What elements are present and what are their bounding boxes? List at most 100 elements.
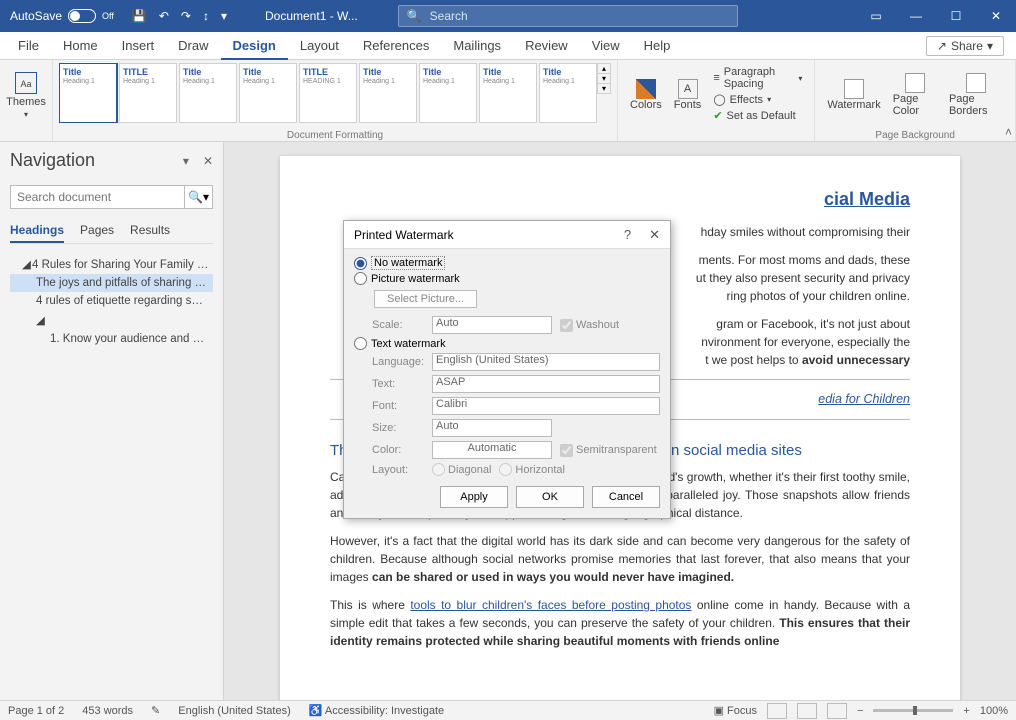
apply-button[interactable]: Apply	[440, 486, 508, 508]
watermark-button[interactable]: Watermark	[821, 63, 886, 127]
tree-item[interactable]: 1. Know your audience and se...	[10, 330, 213, 348]
radio-input[interactable]	[354, 337, 367, 350]
print-layout-icon[interactable]	[797, 703, 817, 719]
chevron-down-icon: ▾	[987, 39, 993, 53]
autosave-label: AutoSave	[10, 9, 62, 23]
paragraph-spacing-button[interactable]: ≡Paragraph Spacing▾	[713, 66, 802, 90]
zoom-level[interactable]: 100%	[980, 705, 1008, 717]
nav-tab-pages[interactable]: Pages	[80, 223, 114, 243]
font-label: Font:	[372, 400, 424, 412]
tree-item[interactable]: The joys and pitfalls of sharing yo...	[10, 274, 213, 292]
save-icon[interactable]: 💾	[132, 9, 147, 23]
title-bar: AutoSave Off 💾 ↶ ↷ ↕ ▾ Document1 - W... …	[0, 0, 1016, 32]
search-box[interactable]: 🔍 Search	[398, 5, 738, 27]
nav-close-icon[interactable]: ✕	[203, 154, 213, 168]
tree-item[interactable]: ◢4 Rules for Sharing Your Family Phot...	[10, 254, 213, 274]
tab-help[interactable]: Help	[632, 32, 683, 60]
tab-insert[interactable]: Insert	[110, 32, 167, 60]
page-count[interactable]: Page 1 of 2	[8, 705, 64, 717]
qat-dropdown-icon[interactable]: ▾	[221, 9, 227, 23]
spell-check-icon[interactable]: ✎	[151, 704, 160, 717]
tab-file[interactable]: File	[6, 32, 51, 60]
effects-button[interactable]: ◯Effects▾	[713, 93, 802, 106]
picture-watermark-radio[interactable]: Picture watermark	[354, 271, 660, 286]
nav-tree: ◢4 Rules for Sharing Your Family Phot...…	[10, 254, 213, 348]
accessibility-status[interactable]: ♿ Accessibility: Investigate	[309, 704, 444, 717]
radio-input[interactable]	[354, 272, 367, 285]
style-item[interactable]: TITLEHEADING 1	[299, 63, 357, 123]
page-borders-button[interactable]: Page Borders	[943, 63, 1009, 127]
nav-search-button[interactable]: 🔍▾	[184, 186, 212, 208]
redo-icon[interactable]: ↷	[181, 9, 191, 23]
zoom-out-icon[interactable]: −	[857, 705, 863, 717]
tab-layout[interactable]: Layout	[288, 32, 351, 60]
radio-input[interactable]	[354, 257, 367, 270]
font-select: Calibri	[432, 397, 660, 415]
group-label: Document Formatting	[53, 130, 617, 141]
tab-mailings[interactable]: Mailings	[441, 32, 513, 60]
doc-link[interactable]: tools to blur children's faces before po…	[410, 598, 691, 612]
layout-label: Layout:	[372, 464, 424, 476]
nav-tab-results[interactable]: Results	[130, 223, 170, 243]
page-color-button[interactable]: Page Color	[887, 63, 943, 127]
themes-button[interactable]: Aa Themes ▾	[6, 63, 46, 127]
colors-fonts-group: Colors A Fonts ≡Paragraph Spacing▾ ◯Effe…	[618, 60, 815, 141]
maximize-icon[interactable]: ☐	[936, 0, 976, 32]
nav-search-input[interactable]	[11, 186, 184, 208]
minimize-icon[interactable]: —	[896, 0, 936, 32]
tab-references[interactable]: References	[351, 32, 441, 60]
tab-home[interactable]: Home	[51, 32, 110, 60]
web-layout-icon[interactable]	[827, 703, 847, 719]
tab-draw[interactable]: Draw	[166, 32, 220, 60]
radio-label: Text watermark	[371, 338, 446, 350]
tree-item[interactable]: 4 rules of etiquette regarding sha...	[10, 292, 213, 310]
color-label: Color:	[372, 444, 424, 456]
ok-button[interactable]: OK	[516, 486, 584, 508]
nav-tab-headings[interactable]: Headings	[10, 223, 64, 243]
check-icon: ✔	[713, 109, 722, 122]
cancel-button[interactable]: Cancel	[592, 486, 660, 508]
tab-review[interactable]: Review	[513, 32, 580, 60]
status-bar: Page 1 of 2 453 words ✎ English (United …	[0, 700, 1016, 720]
tab-view[interactable]: View	[580, 32, 632, 60]
touch-mode-icon[interactable]: ↕	[203, 9, 209, 23]
nav-tabs: Headings Pages Results	[10, 223, 213, 244]
style-item[interactable]: TITLEHeading 1	[119, 63, 177, 123]
autosave-toggle[interactable]: AutoSave Off	[0, 9, 124, 23]
style-item[interactable]: TitleHeading 1	[359, 63, 417, 123]
nav-search[interactable]: 🔍▾	[10, 185, 213, 209]
language-status[interactable]: English (United States)	[178, 705, 291, 717]
share-button[interactable]: ↗ Share ▾	[926, 36, 1004, 56]
read-mode-icon[interactable]	[767, 703, 787, 719]
effects-icon: ◯	[713, 93, 725, 106]
help-icon[interactable]: ?	[624, 227, 631, 243]
style-item[interactable]: TitleHeading 1	[419, 63, 477, 123]
text-label: Text:	[372, 378, 424, 390]
style-item[interactable]: TitleHeading 1	[179, 63, 237, 123]
page-borders-label: Page Borders	[949, 93, 1003, 117]
text-watermark-radio[interactable]: Text watermark	[354, 336, 660, 351]
undo-icon[interactable]: ↶	[159, 9, 169, 23]
fonts-button[interactable]: A Fonts	[668, 63, 708, 127]
style-item[interactable]: TitleHeading 1	[539, 63, 597, 123]
dialog-close-icon[interactable]: ✕	[649, 227, 660, 243]
style-item[interactable]: TitleHeading 1	[239, 63, 297, 123]
zoom-in-icon[interactable]: +	[963, 705, 969, 717]
nav-dropdown-icon[interactable]: ▾	[183, 154, 189, 168]
ribbon-display-icon[interactable]: ▭	[856, 0, 896, 32]
gallery-scrollbar[interactable]: ▴▾▾	[597, 63, 611, 94]
tab-design[interactable]: Design	[221, 32, 288, 60]
close-icon[interactable]: ✕	[976, 0, 1016, 32]
no-watermark-radio[interactable]: No watermark	[354, 255, 660, 271]
set-default-button[interactable]: ✔Set as Default	[713, 109, 802, 122]
style-gallery: TitleHeading 1 TITLEHeading 1 TitleHeadi…	[59, 63, 597, 123]
style-item[interactable]: TitleHeading 1	[479, 63, 537, 123]
tree-caret[interactable]: ◢	[10, 310, 213, 330]
word-count[interactable]: 453 words	[82, 705, 133, 717]
zoom-slider[interactable]	[873, 709, 953, 712]
style-item[interactable]: TitleHeading 1	[59, 63, 117, 123]
colors-button[interactable]: Colors	[624, 63, 668, 127]
focus-button[interactable]: ▣ Focus	[714, 704, 757, 717]
scale-select: Auto	[432, 316, 552, 334]
collapse-ribbon-icon[interactable]: ˄	[1005, 125, 1012, 139]
